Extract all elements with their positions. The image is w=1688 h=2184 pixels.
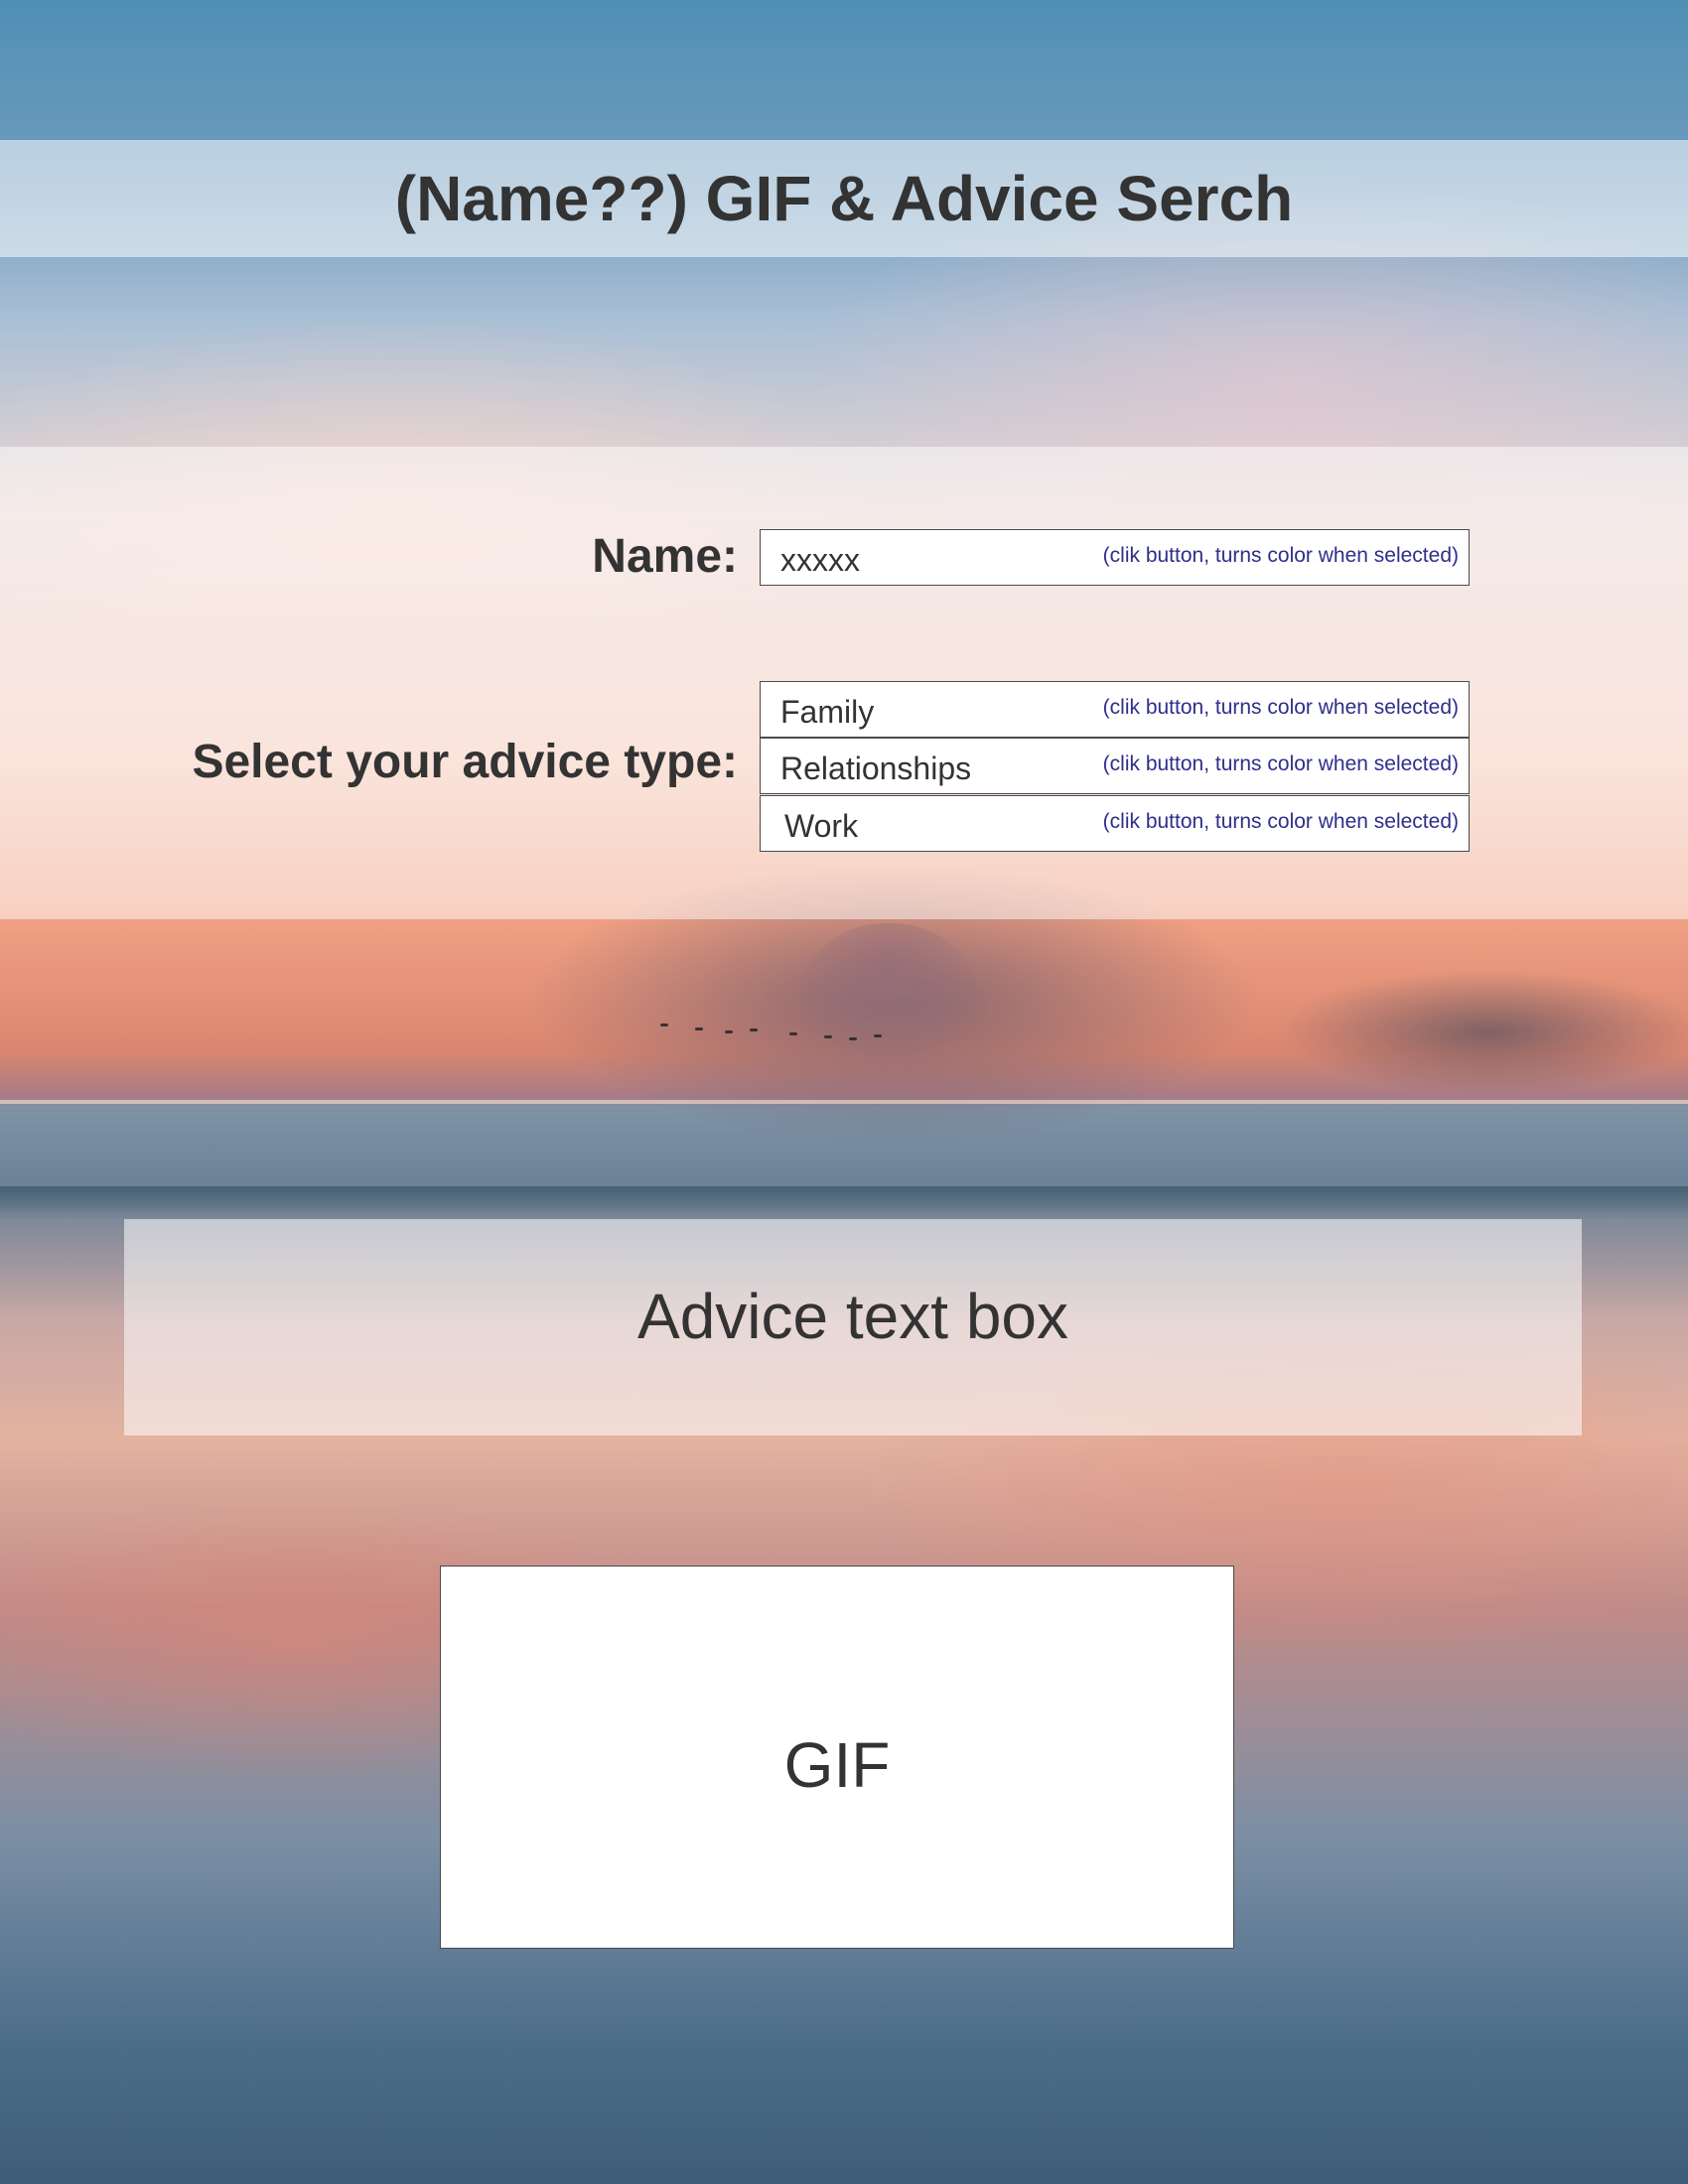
advice-text-box: Advice text box xyxy=(124,1219,1582,1435)
advice-option-family[interactable]: Family (clik button, turns color when se… xyxy=(760,681,1470,738)
name-input-value: xxxxx xyxy=(780,542,860,578)
bird-silhouette xyxy=(789,1032,797,1035)
background-shoreline xyxy=(0,1186,1688,1220)
bird-silhouette xyxy=(660,1024,668,1026)
gif-placeholder-text: GIF xyxy=(783,1729,891,1801)
bird-silhouette xyxy=(750,1028,758,1031)
advice-option-hint: (clik button, turns color when selected) xyxy=(1102,810,1459,833)
advice-option-label: Work xyxy=(784,808,859,844)
bird-silhouette xyxy=(824,1035,832,1038)
background-horizon xyxy=(0,1100,1688,1104)
bird-silhouette xyxy=(695,1027,703,1030)
advice-option-hint: (clik button, turns color when selected) xyxy=(1102,696,1459,719)
bird-silhouette xyxy=(849,1037,857,1040)
advice-option-label: Family xyxy=(780,694,875,730)
bird-silhouette xyxy=(725,1030,733,1033)
advice-option-work[interactable]: Work (clik button, turns color when sele… xyxy=(760,795,1470,852)
page-title: (Name??) GIF & Advice Serch xyxy=(394,163,1294,234)
background-cloud xyxy=(794,923,983,1082)
name-input[interactable]: xxxxx (clik button, turns color when sel… xyxy=(760,529,1470,586)
name-label: Name: xyxy=(592,530,738,583)
gif-display: GIF xyxy=(440,1566,1234,1949)
advice-option-hint: (clik button, turns color when selected) xyxy=(1102,752,1459,775)
name-input-hint: (clik button, turns color when selected) xyxy=(1102,544,1459,567)
advice-option-label: Relationships xyxy=(780,751,972,786)
advice-option-relationships[interactable]: Relationships (clik button, turns color … xyxy=(760,738,1470,794)
advice-text: Advice text box xyxy=(637,1281,1068,1352)
advice-type-label: Select your advice type: xyxy=(192,736,738,788)
bird-silhouette xyxy=(874,1034,882,1037)
